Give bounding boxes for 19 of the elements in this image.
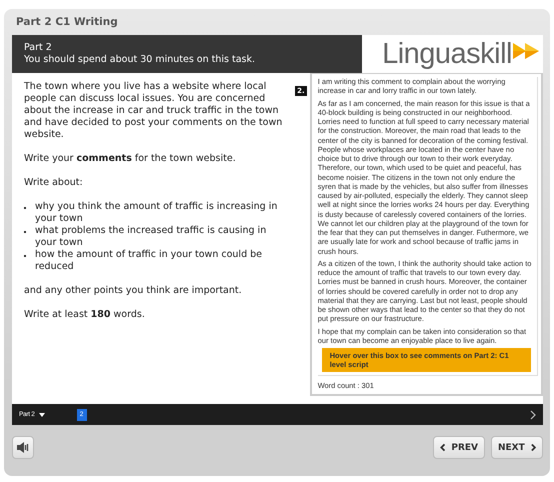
prompt-text: and any other points you think are important. xyxy=(24,285,243,297)
chevron-left-icon xyxy=(440,443,446,452)
caret-icon xyxy=(38,412,45,416)
speaker-icon xyxy=(17,442,29,453)
prompt-text: Write your comments for the town website. xyxy=(24,153,237,165)
prompt-text: Write at least 180 words. xyxy=(24,309,146,321)
part-label: Part 2 xyxy=(24,42,53,54)
audio-button[interactable] xyxy=(12,436,34,459)
prompt-text: The town where you live has a website where local people can discuss local issues. You are concerned about the increase in car and truck traffic in the town and have decided to post your comments on the town website. xyxy=(24,81,284,141)
instruction-text: You should spend about 30 minutes on this task. xyxy=(24,54,256,66)
next-button[interactable]: NEXT xyxy=(491,436,543,459)
window-title: Part 2 C1 Writing xyxy=(15,15,119,30)
bullet-text: how the amount of traffic in your town could be reduced xyxy=(35,249,263,273)
chevron-right-icon xyxy=(530,443,536,452)
prev-button[interactable]: PREV xyxy=(433,436,485,459)
logo-text: Linguaskill xyxy=(382,38,512,70)
prompt-text: Write about: xyxy=(24,177,84,189)
chevron-right-icon[interactable] xyxy=(530,410,536,420)
fast-forward-icon xyxy=(513,42,541,60)
